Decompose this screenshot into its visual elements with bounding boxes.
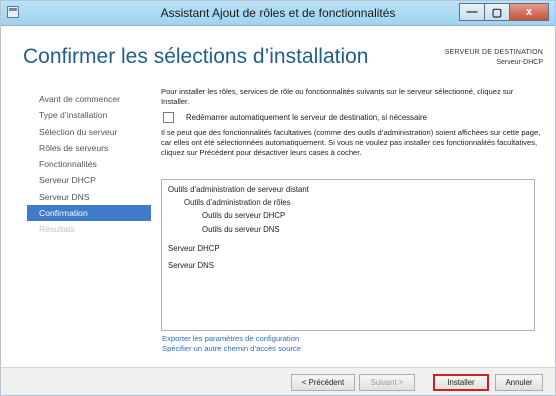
wizard-nav: Avant de commencer Type d’installation S… bbox=[27, 91, 151, 238]
minimize-icon: — bbox=[466, 6, 478, 18]
window-controls: — ▢ x bbox=[459, 3, 549, 21]
nav-item-type-installation[interactable]: Type d’installation bbox=[27, 107, 151, 123]
title-bar[interactable]: Assistant Ajout de rôles et de fonctionn… bbox=[1, 1, 555, 26]
page-title: Confirmer les sélections d’installation bbox=[23, 45, 369, 68]
nav-item-serveur-dhcp[interactable]: Serveur DHCP bbox=[27, 172, 151, 188]
maximize-button[interactable]: ▢ bbox=[484, 3, 510, 21]
list-item: Outils du serveur DHCP bbox=[202, 211, 286, 220]
links-area: Exporter les paramètres de configuration… bbox=[162, 334, 301, 354]
maximize-icon: ▢ bbox=[491, 6, 503, 19]
nav-item-confirmation[interactable]: Confirmation bbox=[27, 205, 151, 222]
nav-item-serveur-dns[interactable]: Serveur DNS bbox=[27, 189, 151, 205]
next-button: Suivant > bbox=[359, 374, 415, 391]
destination-server-label: SERVEUR DE DESTINATION bbox=[444, 49, 543, 56]
install-button[interactable]: Installer bbox=[433, 374, 489, 391]
selections-list[interactable]: Outils d’administration de serveur dista… bbox=[161, 179, 535, 331]
restart-option[interactable]: Redémarrer automatiquement le serveur de… bbox=[161, 112, 541, 123]
restart-checkbox-label[interactable]: Redémarrer automatiquement le serveur de… bbox=[186, 113, 427, 122]
close-icon: x bbox=[525, 6, 533, 18]
destination-server-value: Serveur-DHCP bbox=[496, 59, 543, 66]
cancel-button[interactable]: Annuler bbox=[495, 374, 543, 391]
button-bar: < Précédent Suivant > Installer Annuler bbox=[1, 367, 555, 395]
nav-item-roles-serveurs[interactable]: Rôles de serveurs bbox=[27, 140, 151, 156]
list-item: Outils du serveur DNS bbox=[202, 225, 280, 234]
wizard-window: Assistant Ajout de rôles et de fonctionn… bbox=[0, 0, 556, 396]
nav-item-avant-de-commencer[interactable]: Avant de commencer bbox=[27, 91, 151, 107]
previous-button[interactable]: < Précédent bbox=[291, 374, 355, 391]
optional-features-note: Il se peut que des fonctionnalités facul… bbox=[161, 128, 541, 157]
list-item: Serveur DHCP bbox=[168, 244, 220, 253]
nav-item-resultats: Résultats bbox=[39, 224, 75, 235]
restart-checkbox[interactable] bbox=[163, 112, 174, 123]
intro-text: Pour installer les rôles, services de rô… bbox=[161, 87, 514, 106]
list-item: Outils d’administration de serveur dista… bbox=[168, 185, 309, 194]
nav-item-fonctionnalites[interactable]: Fonctionnalités bbox=[27, 156, 151, 172]
export-config-link[interactable]: Exporter les paramètres de configuration bbox=[162, 334, 301, 344]
minimize-button[interactable]: — bbox=[459, 3, 485, 21]
nav-item-selection-serveur[interactable]: Sélection du serveur bbox=[27, 124, 151, 140]
close-button[interactable]: x bbox=[509, 3, 549, 21]
content-area: Pour installer les rôles, services de rô… bbox=[161, 87, 541, 158]
destination-server: SERVEUR DE DESTINATION Serveur-DHCP bbox=[445, 48, 543, 68]
list-item: Serveur DNS bbox=[168, 261, 214, 270]
list-item: Outils d’administration de rôles bbox=[184, 198, 291, 207]
alternate-source-link[interactable]: Spécifier un autre chemin d’accès source bbox=[162, 344, 301, 354]
